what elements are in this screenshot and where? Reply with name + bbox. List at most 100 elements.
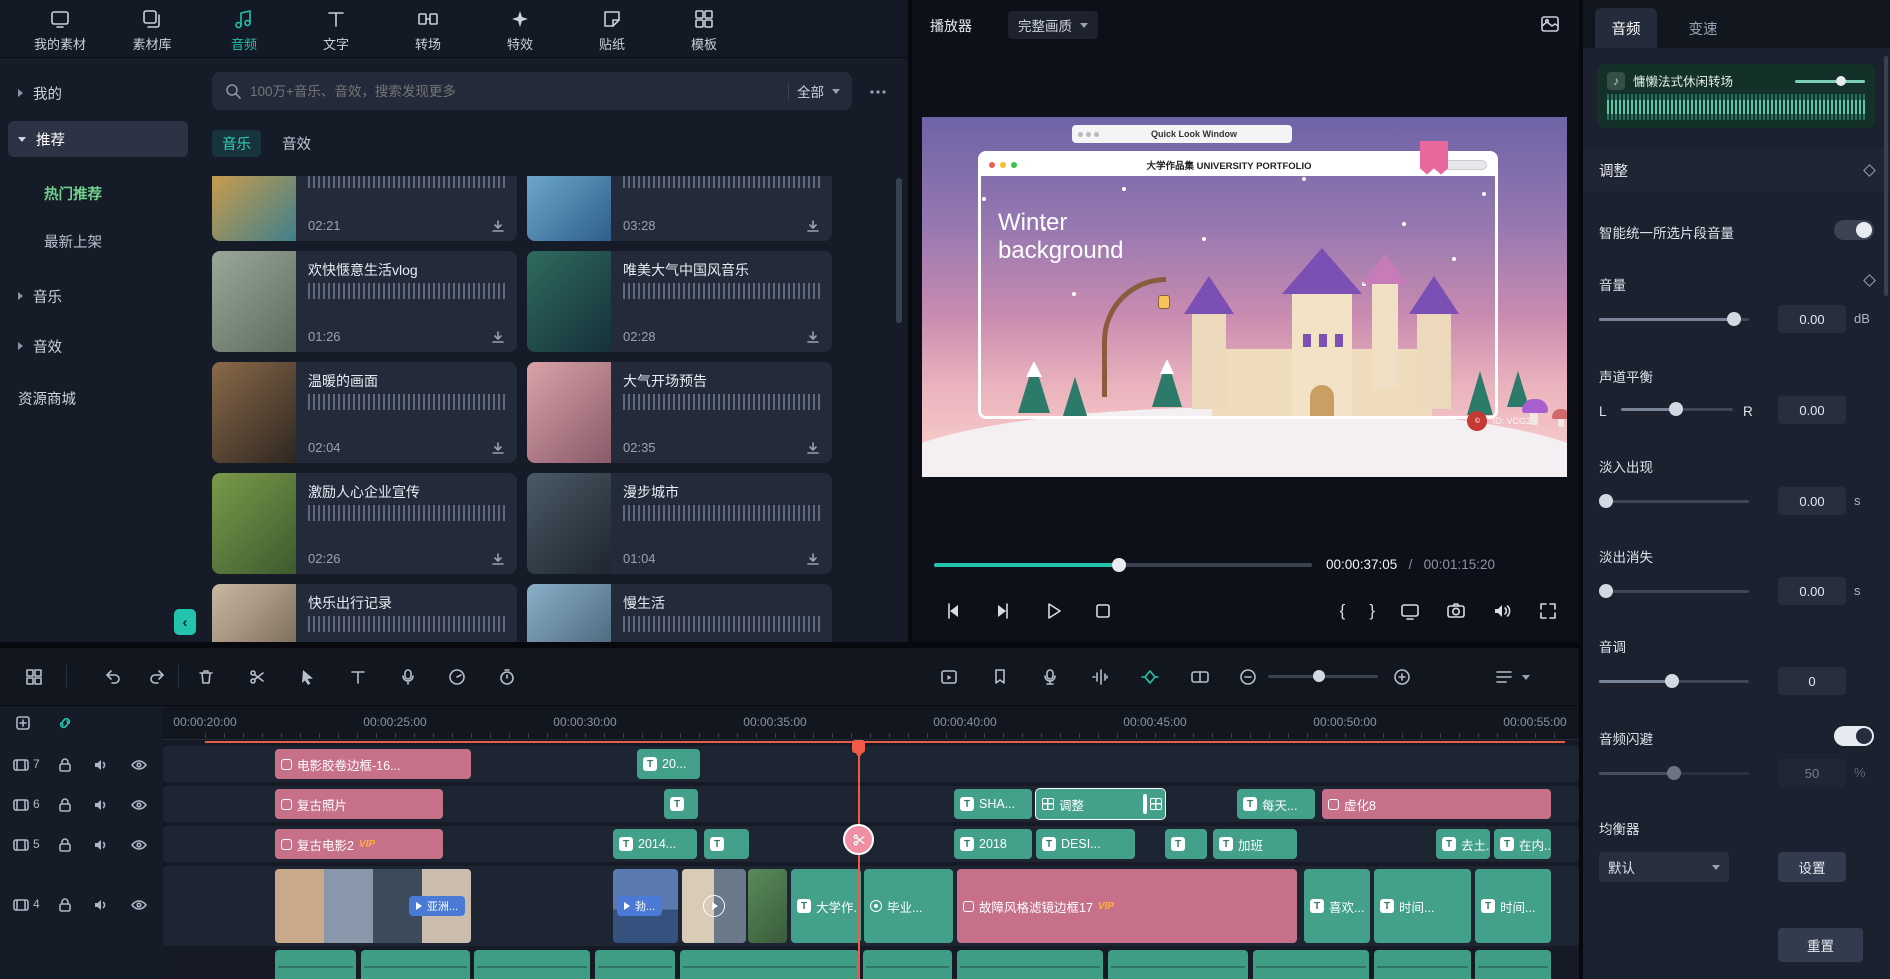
timeline-clip[interactable] bbox=[748, 869, 787, 943]
speaker-icon[interactable] bbox=[92, 756, 110, 774]
audio-clip[interactable] bbox=[1374, 950, 1471, 979]
pitch-slider[interactable] bbox=[1599, 674, 1749, 688]
split-icon[interactable] bbox=[247, 667, 267, 687]
audio-sync-icon[interactable] bbox=[1090, 667, 1110, 687]
music-item[interactable]: 大气开场预告 02:35 bbox=[527, 362, 832, 463]
nav-media-library[interactable]: 素材库 bbox=[112, 0, 192, 57]
music-item[interactable]: 02:21 bbox=[212, 176, 517, 241]
timeline-clip[interactable]: 时间... bbox=[1475, 869, 1551, 943]
nav-audio[interactable]: 音频 bbox=[204, 0, 284, 57]
slider-knob[interactable] bbox=[1599, 584, 1613, 598]
display-mode-icon[interactable] bbox=[1539, 13, 1561, 35]
music-item[interactable]: 漫步城市 01:04 bbox=[527, 473, 832, 574]
nav-templates[interactable]: 模板 bbox=[664, 0, 744, 57]
speed-icon[interactable] bbox=[447, 667, 467, 687]
video-preview[interactable]: Quick Look Window 大学作品集 UNIVERSITY PORTF… bbox=[922, 117, 1567, 477]
tab-audio[interactable]: 音频 bbox=[1595, 8, 1657, 48]
timeline-clip[interactable]: 复古电影2 VIP bbox=[275, 829, 443, 859]
timeline-clip[interactable]: 每天... bbox=[1237, 789, 1315, 819]
timeline-ruler[interactable]: 00:00:20:00 00:00:25:00 00:00:30:00 00:0… bbox=[163, 706, 1579, 740]
lock-icon[interactable] bbox=[56, 796, 74, 814]
timeline-clip[interactable] bbox=[1165, 829, 1207, 859]
timeline-clip[interactable]: 喜欢... bbox=[1304, 869, 1370, 943]
timeline-clip[interactable]: 时间... bbox=[1374, 869, 1471, 943]
link-icon[interactable] bbox=[56, 714, 74, 732]
fade-out-value[interactable]: 0.00 bbox=[1778, 577, 1846, 605]
timeline-clip[interactable]: DESI... bbox=[1036, 829, 1135, 859]
pitch-value[interactable]: 0 bbox=[1778, 667, 1846, 695]
download-icon[interactable] bbox=[806, 441, 820, 455]
tab-speed[interactable]: 变速 bbox=[1673, 8, 1733, 48]
music-item[interactable]: 03:28 bbox=[527, 176, 832, 241]
trim-handle[interactable] bbox=[1143, 794, 1147, 814]
timeline-clip[interactable]: SHA... bbox=[954, 789, 1032, 819]
search-filter[interactable]: 全部 bbox=[797, 81, 824, 101]
playhead[interactable] bbox=[858, 740, 860, 979]
download-icon[interactable] bbox=[491, 330, 505, 344]
timeline-clip[interactable]: 亚洲... bbox=[275, 869, 471, 943]
slider-knob[interactable] bbox=[1669, 402, 1683, 416]
nav-effects[interactable]: 特效 bbox=[480, 0, 560, 57]
search-input[interactable] bbox=[250, 84, 780, 99]
keyframe-diamond-icon[interactable] bbox=[1863, 274, 1876, 287]
slider-knob[interactable] bbox=[1599, 494, 1613, 508]
timeline-clip[interactable]: 故障风格滤镜边框17 VIP bbox=[957, 869, 1297, 943]
search-bar[interactable]: 全部 bbox=[212, 72, 852, 110]
sidebar-item-music[interactable]: 音乐 bbox=[8, 278, 188, 314]
balance-slider[interactable] bbox=[1621, 402, 1733, 416]
music-item[interactable]: 激励人心企业宣传 02:26 bbox=[212, 473, 517, 574]
mirror-display-icon[interactable] bbox=[1399, 600, 1421, 622]
selected-clip-card[interactable]: ♪ 慵懒法式休闲转场 bbox=[1597, 64, 1875, 128]
collapse-sidebar-icon[interactable]: ‹ bbox=[174, 609, 196, 635]
mute-icon[interactable] bbox=[1491, 600, 1513, 622]
dropdown-caret-icon[interactable] bbox=[832, 89, 840, 94]
ducking-toggle[interactable] bbox=[1834, 726, 1874, 746]
smart-volume-toggle[interactable] bbox=[1834, 220, 1874, 240]
fade-out-slider[interactable] bbox=[1599, 584, 1749, 598]
eye-icon[interactable] bbox=[130, 796, 148, 814]
crop-ab-icon[interactable] bbox=[1190, 667, 1210, 687]
audio-clip[interactable] bbox=[474, 950, 590, 979]
reset-button[interactable]: 重置 bbox=[1778, 928, 1863, 962]
prev-frame-icon[interactable] bbox=[942, 600, 964, 622]
download-icon[interactable] bbox=[491, 441, 505, 455]
lock-icon[interactable] bbox=[56, 896, 74, 914]
fade-in-slider[interactable] bbox=[1599, 494, 1749, 508]
timeline-clip[interactable]: 20... bbox=[637, 749, 700, 779]
music-item[interactable]: 温暖的画面 02:04 bbox=[212, 362, 517, 463]
download-icon[interactable] bbox=[806, 330, 820, 344]
download-icon[interactable] bbox=[806, 219, 820, 233]
timer-icon[interactable] bbox=[497, 667, 517, 687]
slider-knob[interactable] bbox=[1665, 674, 1679, 688]
dropdown-caret-icon[interactable] bbox=[1522, 675, 1530, 680]
ducking-value[interactable]: 50 bbox=[1778, 759, 1846, 787]
tab-music[interactable]: 音乐 bbox=[212, 130, 261, 157]
quality-dropdown[interactable]: 完整画质 bbox=[1008, 11, 1098, 39]
render-preview-icon[interactable] bbox=[939, 667, 959, 687]
audio-clip[interactable] bbox=[361, 950, 470, 979]
ducking-slider[interactable] bbox=[1599, 766, 1749, 780]
download-icon[interactable] bbox=[491, 219, 505, 233]
download-icon[interactable] bbox=[806, 552, 820, 566]
progress-knob[interactable] bbox=[1112, 558, 1126, 572]
slider-knob[interactable] bbox=[1727, 312, 1741, 326]
timeline-clip[interactable]: 2014... bbox=[613, 829, 697, 859]
play-icon[interactable] bbox=[1042, 600, 1064, 622]
keyframe-diamond-icon[interactable] bbox=[1863, 164, 1876, 177]
marker-icon[interactable] bbox=[990, 667, 1010, 687]
layout-grid-icon[interactable] bbox=[24, 667, 44, 687]
sidebar-item-store[interactable]: 资源商城 bbox=[8, 380, 188, 416]
timeline-clip[interactable]: 电影胶卷边框-16... bbox=[275, 749, 471, 779]
timeline-clip[interactable]: 去土... bbox=[1436, 829, 1490, 859]
snapshot-icon[interactable] bbox=[1445, 600, 1467, 622]
slider-knob[interactable] bbox=[1836, 76, 1846, 86]
select-icon[interactable] bbox=[297, 667, 317, 687]
timeline-clip[interactable]: 2018 bbox=[954, 829, 1032, 859]
zoom-out-icon[interactable] bbox=[1238, 667, 1258, 687]
music-item[interactable]: 慢生活 bbox=[527, 584, 832, 642]
timeline-clip[interactable]: 在内... bbox=[1494, 829, 1551, 859]
audio-clip[interactable] bbox=[1475, 950, 1551, 979]
next-frame-icon[interactable] bbox=[992, 600, 1014, 622]
timeline-clip[interactable] bbox=[682, 869, 746, 943]
timeline-clip[interactable]: 虚化8 bbox=[1322, 789, 1551, 819]
